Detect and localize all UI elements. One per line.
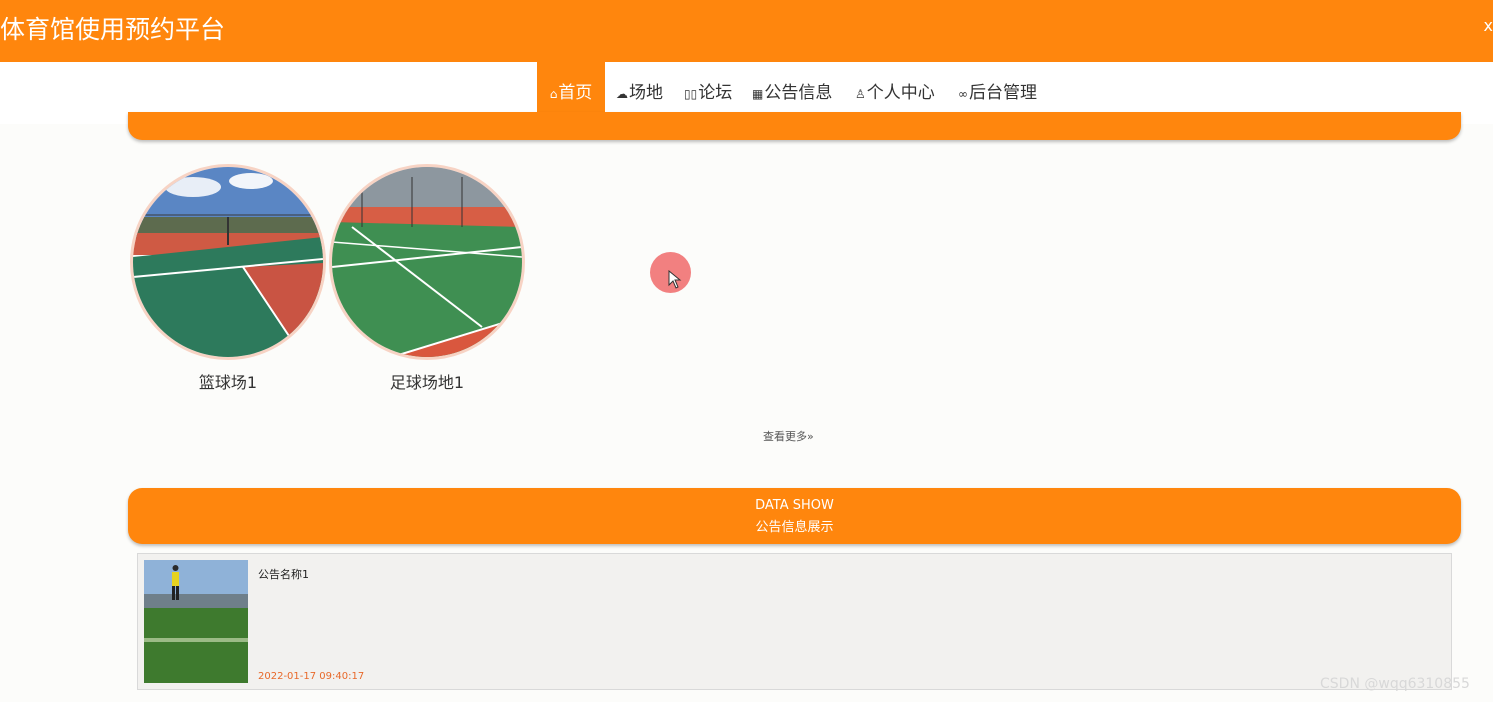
user-icon: ♙ [855,87,866,101]
notice-title[interactable]: 公告名称1 [258,566,309,582]
forum-icon: ▯▯ [684,87,698,101]
venue-name[interactable]: 篮球场1 [130,369,326,393]
nav-item-label: 公告信息 [764,83,833,103]
notice-section-banner: DATA SHOW 公告信息展示 [128,488,1461,544]
notice-timestamp: 2022-01-17 09:40:17 [258,671,365,682]
notice-image[interactable] [144,560,248,683]
venue-card[interactable]: 篮球场1 [130,164,326,393]
section-title-cn: 公告信息展示 [755,520,834,535]
close-icon[interactable]: x [1484,16,1493,35]
notice-card[interactable]: 公告名称1 2022-01-17 09:40:17 [137,553,1452,690]
home-icon: ⌂ [549,87,558,101]
nav-item-label: 首页 [558,83,593,103]
venue-image[interactable] [130,164,326,360]
site-title: 体育馆使用预约平台 [0,15,226,44]
nav-item-label: 个人中心 [866,83,935,103]
view-more-link[interactable]: 查看更多» [763,428,814,444]
calendar-icon: ▦ [752,87,764,101]
nav-item-label: 后台管理 [969,83,1037,103]
mouse-cursor-icon [668,270,682,289]
nav-item-label: 论坛 [698,83,733,103]
top-header: 体育馆使用预约平台 x [0,0,1493,62]
nav-item-label: 场地 [629,83,663,103]
watermark: CSDN @wqq6310855 [1320,676,1470,692]
venue-section-banner [128,112,1461,140]
venue-card[interactable]: 足球场地1 [329,164,525,393]
venue-name[interactable]: 足球场地1 [329,369,525,393]
section-title-en: DATA SHOW [755,498,834,513]
venue-image[interactable] [329,164,525,360]
link-icon: ∞ [958,87,968,101]
cloud-icon: ☁ [616,87,628,101]
